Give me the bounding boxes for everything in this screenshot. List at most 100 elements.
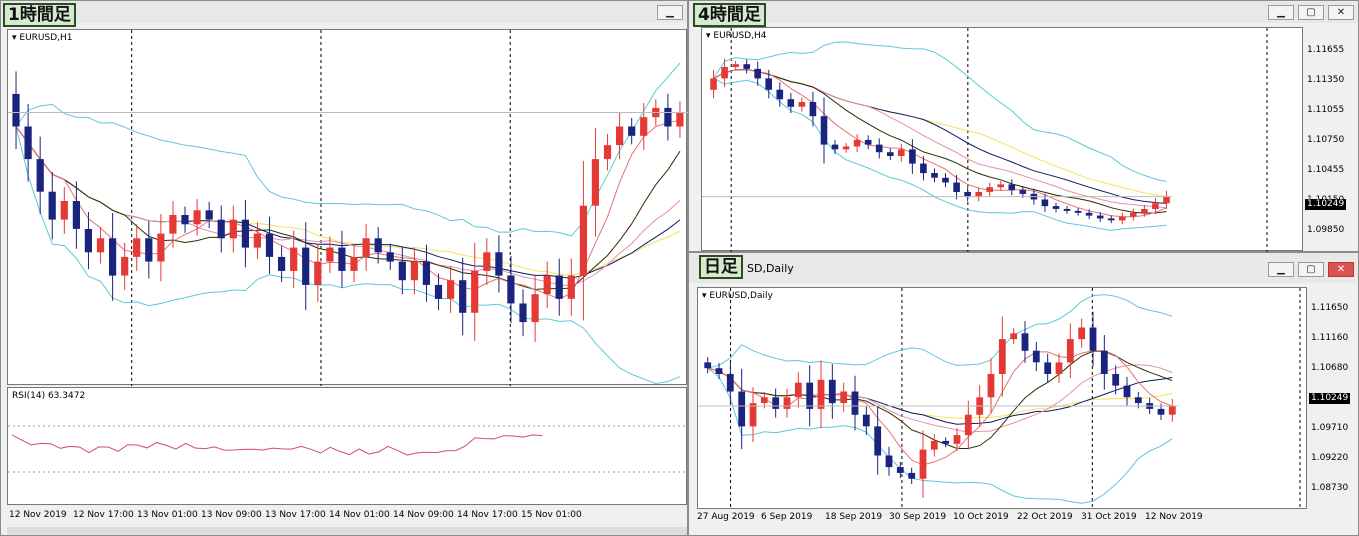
daily-window-controls: ▁ ▢ ✕ [1268, 262, 1354, 277]
minimize-button[interactable]: ▁ [657, 5, 683, 20]
rsi-line-svg [8, 425, 688, 473]
time-tick-label: 10 Oct 2019 [953, 512, 1009, 522]
h4-price-pane[interactable]: ▾ EURUSD,H4 [701, 27, 1303, 252]
candle-body-39 [483, 252, 491, 271]
candle-body-41 [1163, 196, 1170, 204]
price-tick-label: 1.11055 [1307, 105, 1345, 115]
candle-body-3 [738, 391, 746, 427]
candle-body-41 [1168, 406, 1176, 415]
maximize-button[interactable]: ▢ [1298, 262, 1324, 277]
candle-body-23 [290, 247, 298, 271]
candle-body-15 [874, 426, 882, 456]
candle-body-5 [760, 397, 768, 404]
candle-body-17 [898, 149, 905, 156]
candle-body-27 [338, 247, 346, 271]
h1-chart-window[interactable]: ▁ 1時間足 ▾ EURUSD,H1 RSI(14) 63.3472 12 No… [0, 0, 688, 536]
candle-body-10 [820, 116, 828, 145]
candle-body-37 [1123, 385, 1131, 398]
rsi-line [11, 434, 543, 456]
candle-body-11 [145, 238, 153, 262]
candle-body-25 [314, 261, 322, 285]
candle-body-8 [109, 238, 117, 276]
candle-body-28 [1019, 190, 1027, 194]
candle-body-44 [543, 275, 551, 295]
candle-body-30 [1044, 362, 1052, 374]
ma-slow [713, 69, 1167, 197]
candle-body-8 [798, 102, 806, 107]
candle-body-1 [721, 67, 728, 79]
minimize-button[interactable]: ▁ [1268, 262, 1294, 277]
candle-body-18 [229, 219, 237, 239]
candle-body-22 [953, 435, 961, 444]
symbol-text: EURUSD,Daily [709, 291, 773, 301]
candle-body-13 [853, 139, 861, 147]
candle-body-26 [997, 184, 1004, 188]
candle-body-27 [1008, 184, 1016, 191]
candle-body-30 [374, 238, 382, 253]
candle-body-51 [628, 126, 636, 136]
close-button[interactable]: ✕ [1328, 5, 1354, 20]
h1-time-axis: 12 Nov 2019 12 Nov 17:00 13 Nov 01:00 13 No… [7, 509, 687, 523]
candle-body-35 [1100, 350, 1108, 374]
daily-price-pane[interactable]: ▾ EURUSD,Daily [697, 287, 1307, 510]
time-tick-label: 13 Nov 09:00 [201, 510, 262, 520]
time-tick-label: 15 Nov 01:00 [521, 510, 582, 520]
rsi-pane[interactable]: RSI(14) 63.3472 [7, 387, 688, 505]
candle-body-18 [909, 149, 916, 164]
time-tick-label: 6 Sep 2019 [761, 512, 813, 522]
candle-body-0 [704, 362, 712, 369]
candle-body-15 [875, 144, 883, 153]
h4-chart-window[interactable]: ▁ ▢ ✕ 4時間足 ▾ EURUSD,H4 1.11655 1.11350 1.1… [688, 0, 1359, 252]
maximize-button[interactable]: ▢ [1298, 5, 1324, 20]
h1-price-pane[interactable]: ▾ EURUSD,H1 [7, 29, 688, 386]
candle-body-14 [181, 215, 189, 225]
candle-body-30 [1041, 199, 1049, 207]
candle-body-17 [217, 219, 225, 239]
candle-body-19 [919, 449, 927, 479]
candle-body-5 [72, 201, 80, 229]
candle-body-49 [603, 145, 612, 160]
candle-body-11 [828, 379, 836, 404]
candle-body-4 [749, 403, 757, 427]
candle-body-25 [987, 374, 995, 398]
time-tick-label: 31 Oct 2019 [1081, 512, 1137, 522]
time-tick-label: 30 Sep 2019 [889, 512, 947, 522]
candle-body-2 [726, 374, 734, 392]
candle-body-0 [12, 93, 20, 127]
time-tick-label: 14 Nov 01:00 [329, 510, 390, 520]
candle-body-39 [1141, 209, 1148, 213]
price-tick-label: 1.10750 [1307, 135, 1345, 145]
candle-body-47 [579, 205, 587, 276]
time-tick-label: 27 Aug 2019 [697, 512, 755, 522]
time-tick-label: 13 Nov 17:00 [265, 510, 326, 520]
candle-body-41 [507, 275, 515, 304]
window-title: SD,Daily [747, 262, 794, 275]
h4-candles-svg [702, 28, 1268, 252]
candle-body-21 [265, 233, 274, 257]
price-tick-label: 1.09710 [1311, 423, 1349, 433]
close-button[interactable]: ✕ [1328, 262, 1354, 277]
candle-body-20 [930, 440, 938, 450]
price-tick-label: 1.09220 [1311, 453, 1349, 463]
candle-body-6 [772, 397, 780, 409]
h1-titlebar[interactable] [1, 1, 687, 23]
minimize-button[interactable]: ▁ [1268, 5, 1294, 20]
candle-body-7 [787, 99, 795, 107]
daily-chart-window[interactable]: SD,Daily ▁ ▢ ✕ 日足 ▾ EURUSD,Daily 1.11650… [688, 252, 1359, 536]
candle-body-42 [519, 303, 527, 323]
candle-body-35 [434, 284, 443, 299]
candle-body-21 [942, 177, 949, 183]
price-tick-label: 1.08730 [1311, 483, 1349, 493]
ma-navy [707, 367, 1173, 425]
candle-body-2 [36, 159, 44, 192]
candle-body-13 [169, 215, 177, 234]
candle-body-6 [776, 89, 784, 100]
candle-body-26 [998, 339, 1006, 374]
candle-body-45 [555, 275, 563, 299]
candle-body-20 [253, 233, 261, 248]
candle-body-38 [1130, 212, 1137, 217]
rsi-label: RSI(14) 63.3472 [12, 391, 86, 401]
candle-body-34 [1085, 212, 1093, 216]
horizontal-scrollbar[interactable] [7, 527, 687, 535]
h4-titlebar[interactable] [689, 1, 1358, 23]
